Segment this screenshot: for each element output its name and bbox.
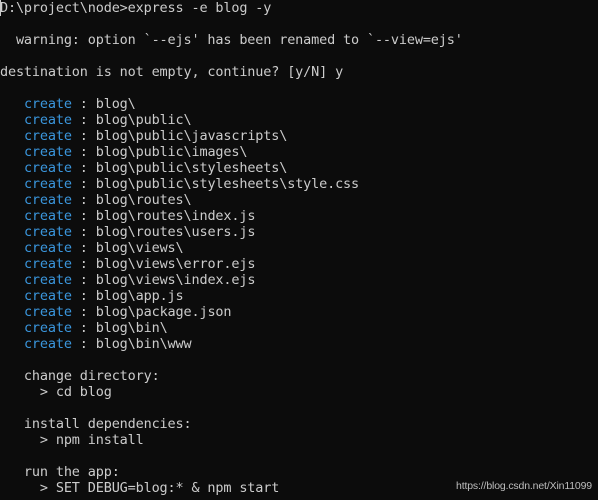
separator: : [71,112,96,128]
create-keyword: create [23,128,72,144]
separator: : [71,272,96,288]
created-path: blog\public\images\ [95,144,248,160]
create-keyword: create [23,336,72,352]
step-command: > SET DEBUG=blog:* & npm start [0,480,280,496]
created-path: blog\package.json [95,304,232,320]
create-line: create : blog\bin\ [0,320,168,336]
terminal-window[interactable]: D:\project\node>express -e blog -y warni… [0,0,598,500]
step-command: > cd blog [0,384,112,400]
create-line: create : blog\routes\ [0,192,192,208]
create-line: create : blog\public\images\ [0,144,248,160]
separator: : [71,176,96,192]
create-keyword: create [23,240,72,256]
created-path: blog\public\javascripts\ [95,128,288,144]
created-path: blog\views\index.ejs [95,272,256,288]
created-path: blog\routes\users.js [95,224,256,240]
separator: : [71,160,96,176]
separator: : [71,192,96,208]
confirm-line: destination is not empty, continue? [y/N… [0,64,344,80]
separator: : [71,240,96,256]
create-keyword: create [23,160,72,176]
created-path: blog\public\ [95,112,192,128]
created-path: blog\public\stylesheets\style.css [95,176,360,192]
create-keyword: create [23,256,72,272]
separator: : [71,320,96,336]
create-line: create : blog\public\stylesheets\ [0,160,287,176]
create-line: create : blog\routes\users.js [0,224,256,240]
create-keyword: create [23,272,72,288]
create-line: create : blog\public\javascripts\ [0,128,287,144]
create-line: create : blog\routes\index.js [0,208,256,224]
separator: : [71,208,96,224]
prompt-line: D:\project\node>express -e blog -y [0,0,272,16]
create-line: create : blog\views\ [0,240,184,256]
separator: : [71,256,96,272]
separator: : [71,336,96,352]
create-line: create : blog\views\error.ejs [0,256,256,272]
create-line: create : blog\public\ [0,112,192,128]
create-keyword: create [23,224,72,240]
create-line: create : blog\package.json [0,304,232,320]
separator: : [71,144,96,160]
create-keyword: create [23,176,72,192]
create-keyword: create [23,288,72,304]
create-keyword: create [23,192,72,208]
created-path: blog\views\error.ejs [95,256,256,272]
separator: : [71,96,96,112]
create-keyword: create [23,112,72,128]
create-line: create : blog\public\stylesheets\style.c… [0,176,359,192]
step-heading: install dependencies: [0,416,192,432]
separator: : [71,224,96,240]
separator: : [71,304,96,320]
created-path: blog\public\stylesheets\ [95,160,288,176]
created-path: blog\app.js [95,288,184,304]
create-keyword: create [23,144,72,160]
create-line: create : blog\ [0,96,136,112]
separator: : [71,128,96,144]
created-path: blog\views\ [95,240,184,256]
created-path: blog\routes\index.js [95,208,256,224]
create-line: create : blog\app.js [0,288,184,304]
create-keyword: create [23,320,72,336]
created-path: blog\ [95,96,136,112]
create-keyword: create [23,304,72,320]
watermark: https://blog.csdn.net/Xin11099 [456,480,592,492]
create-line: create : blog\views\index.ejs [0,272,256,288]
separator: : [71,288,96,304]
warning-line: warning: option `--ejs' has been renamed… [0,32,463,48]
created-path: blog\routes\ [95,192,192,208]
created-path: blog\bin\www [95,336,192,352]
step-heading: change directory: [0,368,160,384]
created-path: blog\bin\ [95,320,168,336]
step-command: > npm install [0,432,144,448]
create-line: create : blog\bin\www [0,336,192,352]
create-keyword: create [23,208,72,224]
step-heading: run the app: [0,464,120,480]
create-keyword: create [23,96,72,112]
